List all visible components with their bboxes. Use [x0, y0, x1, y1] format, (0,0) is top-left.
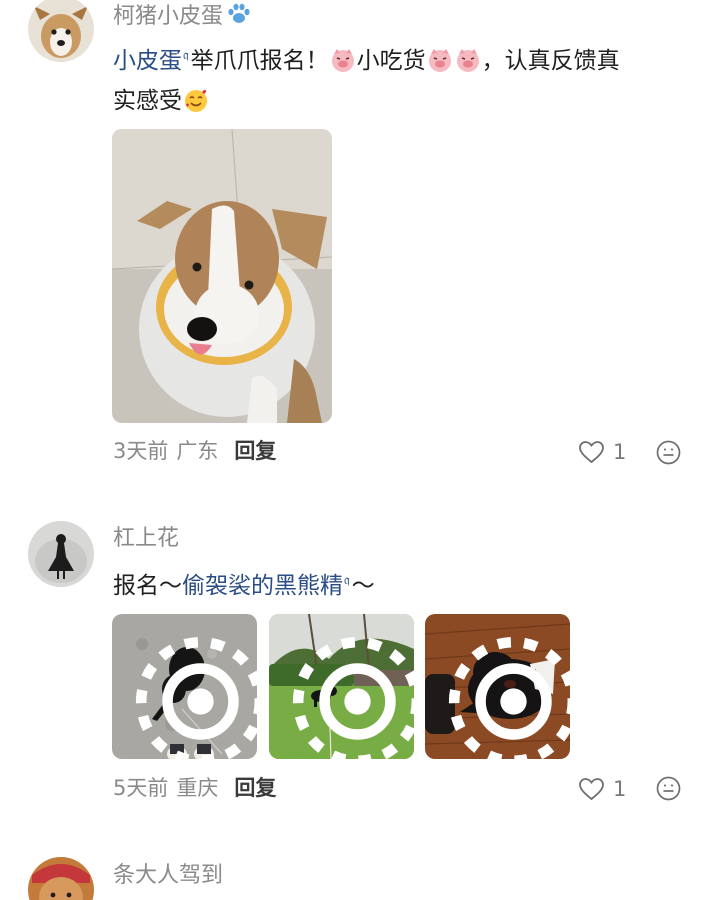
like-button[interactable]: 1 [578, 440, 626, 464]
comment-text-part: 实感受 [113, 88, 182, 114]
smiley-face-icon[interactable] [656, 776, 681, 801]
comment-photo[interactable] [425, 614, 570, 759]
live-photo-icon [292, 636, 414, 759]
comment-location: 广东 [176, 439, 219, 463]
like-count: 1 [613, 776, 627, 801]
comment-text-part: ～ [351, 573, 375, 599]
mention-link[interactable]: 小皮蛋 [113, 48, 182, 74]
comment-text-part: 举爪爪报名！ [190, 48, 329, 74]
username[interactable]: 柯猪小皮蛋 [113, 3, 251, 30]
live-photo-icon [448, 636, 570, 759]
comment-time: 3天前 [113, 439, 169, 463]
comment-text: 小皮蛋𝔮举爪爪报名！ 小吃货 ，认真反馈真实感受 [113, 36, 693, 121]
smiling-hearts-emoji-icon [183, 87, 209, 113]
username-text: 柯猪小皮蛋 [113, 4, 224, 29]
comment-item: 柯猪小皮蛋 小皮蛋𝔮举爪爪报名！ 小吃货 ，认真反馈真实感受 3天前 广东 回复 [0, 0, 720, 480]
comment-location: 重庆 [176, 776, 219, 800]
pig-sticker-icon [427, 47, 453, 73]
heart-outline-icon [579, 778, 604, 801]
live-photo-icon [135, 636, 257, 759]
paw-icon [227, 3, 251, 30]
reply-button[interactable]: 回复 [234, 776, 276, 800]
username[interactable]: 杠上花 [113, 528, 179, 550]
search-mention-icon: 𝔮 [344, 573, 350, 588]
mention-link[interactable]: 偷袈裟的黑熊精 [182, 573, 343, 599]
pig-sticker-icon [455, 47, 481, 73]
avatar[interactable] [28, 857, 94, 900]
comment-item: 条大人驾到 [0, 830, 720, 900]
comment-meta: 5天前 重庆 回复 [113, 778, 276, 799]
comment-time: 5天前 [113, 776, 169, 800]
comment-text-part: ，认真反馈真 [481, 48, 620, 74]
heart-outline-icon [579, 441, 604, 464]
comment-photo[interactable] [112, 614, 257, 759]
comment-text: 报名～偷袈裟的黑熊精𝔮～ [113, 561, 693, 606]
comment-item: 杠上花 报名～偷袈裟的黑熊精𝔮～ 5天前 重庆 回复 1 [0, 490, 720, 820]
reply-button[interactable]: 回复 [234, 439, 276, 463]
search-mention-icon: 𝔮 [183, 48, 189, 63]
smiley-face-icon[interactable] [656, 440, 681, 465]
avatar[interactable] [28, 521, 94, 587]
comment-meta: 3天前 广东 回复 [113, 441, 276, 462]
like-count: 1 [613, 439, 627, 464]
pig-sticker-icon [330, 47, 356, 73]
comment-photo[interactable] [269, 614, 414, 759]
comment-text-part: 报名～ [113, 573, 182, 599]
comment-text-part: 小吃货 [356, 48, 426, 74]
username[interactable]: 条大人驾到 [113, 865, 223, 887]
comment-photo[interactable] [112, 129, 332, 423]
like-button[interactable]: 1 [578, 777, 626, 801]
avatar[interactable] [28, 0, 94, 62]
